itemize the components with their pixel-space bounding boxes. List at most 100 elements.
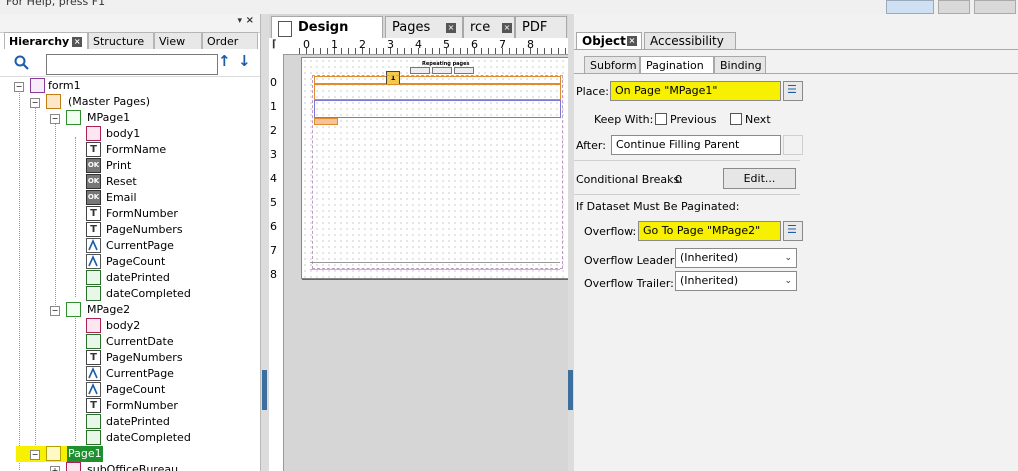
collapse-icon[interactable]: − xyxy=(14,82,24,92)
button-icon: OK xyxy=(86,158,101,173)
panel-splitter-left[interactable] xyxy=(261,14,269,471)
minimize-button[interactable] xyxy=(886,0,934,14)
close-icon[interactable]: × xyxy=(446,23,456,33)
subform-icon xyxy=(66,462,81,471)
tree-label: Print xyxy=(106,159,132,172)
arrow-up-icon[interactable]: ↑ xyxy=(218,52,231,70)
overflow-label: Overflow: xyxy=(584,225,637,238)
form-icon xyxy=(30,78,45,93)
tree-label: subOfficeBureau xyxy=(87,463,179,471)
overflow-leader-value: (Inherited) xyxy=(680,251,739,264)
overflow-trailer-select[interactable]: (Inherited) ⌄ xyxy=(675,271,797,291)
edit-button-label: Edit... xyxy=(743,172,776,185)
date-field-icon xyxy=(86,270,101,285)
close-icon[interactable]: × xyxy=(502,23,512,33)
tab-structure-label: Structure xyxy=(93,35,145,48)
overflow-options-button[interactable]: ☰ xyxy=(783,221,803,241)
tab-pdf[interactable]: PDF xyxy=(515,16,567,38)
tab-design-view[interactable]: Design View xyxy=(271,16,383,57)
search-row: ↑ ↓ xyxy=(0,50,260,77)
ruler-tick-label: 6 xyxy=(270,220,277,233)
collapse-icon[interactable]: − xyxy=(30,98,40,108)
conditional-breaks-label: Conditional Breaks: xyxy=(576,173,683,186)
tab-structure[interactable]: Structure xyxy=(88,32,154,49)
form-button[interactable] xyxy=(432,67,452,74)
tree-label: PageCount xyxy=(106,383,166,396)
subform-body-icon xyxy=(86,126,101,141)
object-panel: Object × Accessibility Subform Paginatio… xyxy=(574,14,1018,471)
text-field-icon: T xyxy=(86,206,101,221)
ruler-tick-label: 3 xyxy=(270,148,277,161)
overflow-trailer-value: (Inherited) xyxy=(680,274,739,287)
subtab-subform[interactable]: Subform xyxy=(584,56,640,73)
overflow-leader-label: Overflow Leader: xyxy=(584,254,678,267)
edit-button[interactable]: Edit... xyxy=(723,168,796,189)
master-page-icon xyxy=(66,110,81,125)
after-field[interactable]: Continue Filling Parent xyxy=(611,135,781,155)
after-options-button[interactable] xyxy=(783,135,803,155)
tree-label: Reset xyxy=(106,175,137,188)
tree-label: dateCompleted xyxy=(106,287,191,300)
numeric-field-icon xyxy=(86,254,101,269)
close-icon[interactable]: × xyxy=(627,36,637,46)
next-checkbox[interactable] xyxy=(730,113,742,125)
panel-close-icon[interactable]: × xyxy=(246,15,254,26)
overflow-field[interactable]: Go To Page "MPage2" xyxy=(638,221,781,241)
text-field-icon: T xyxy=(86,142,101,157)
tree-label: FormNumber xyxy=(106,399,178,412)
tree-label: CurrentDate xyxy=(106,335,174,348)
subtab-pagination[interactable]: Pagination xyxy=(640,56,714,73)
design-page[interactable]: Repeating pages 1 xyxy=(301,57,569,279)
collapse-icon[interactable]: − xyxy=(50,114,60,124)
close-icon[interactable]: × xyxy=(72,37,83,47)
tree-label: FormNumber xyxy=(106,207,178,220)
tab-object[interactable]: Object × xyxy=(576,32,642,49)
tab-view-label: View xyxy=(159,35,186,48)
text-field-icon: T xyxy=(86,222,101,237)
tab-hierarchy-label: Hierarchy xyxy=(9,35,70,48)
form-button[interactable] xyxy=(410,67,430,74)
tab-source[interactable]: rce × xyxy=(463,16,515,38)
tree-label: PageCount xyxy=(106,255,166,268)
button-icon: OK xyxy=(86,174,101,189)
search-icon[interactable] xyxy=(14,55,30,71)
tab-hierarchy[interactable]: Hierarchy × xyxy=(4,32,88,49)
splitter-grip[interactable] xyxy=(262,370,267,410)
tree-label: MPage2 xyxy=(87,303,131,316)
numeric-field-icon xyxy=(86,382,101,397)
window-controls xyxy=(878,0,1018,14)
after-value: Continue Filling Parent xyxy=(616,138,740,151)
tab-pages[interactable]: Pages × xyxy=(385,16,463,38)
expand-icon[interactable]: + xyxy=(50,466,60,471)
chevron-down-icon: ⌄ xyxy=(784,276,792,286)
tab-label: Accessibility xyxy=(650,34,724,48)
tab-accessibility[interactable]: Accessibility xyxy=(644,32,736,49)
previous-checkbox[interactable] xyxy=(655,113,667,125)
collapse-icon[interactable]: − xyxy=(30,450,40,460)
panel-menu-icon[interactable]: ▾ xyxy=(237,16,242,26)
page-icon xyxy=(278,21,292,37)
place-field[interactable]: On Page "MPage1" xyxy=(610,81,781,101)
tree-label: body1 xyxy=(106,127,141,140)
overflow-leader-select[interactable]: (Inherited) ⌄ xyxy=(675,248,797,268)
close-window-button[interactable] xyxy=(974,0,1016,14)
form-button[interactable] xyxy=(454,67,474,74)
arrow-down-icon[interactable]: ↓ xyxy=(238,52,251,70)
place-options-button[interactable]: ☰ xyxy=(783,81,803,101)
search-input[interactable] xyxy=(46,54,218,75)
restore-button[interactable] xyxy=(938,0,970,14)
splitter-grip[interactable] xyxy=(568,370,573,410)
button-icon: OK xyxy=(86,190,101,205)
numeric-field-icon xyxy=(86,366,101,381)
ruler-origin-marker: ⌈ xyxy=(272,39,277,50)
tab-view[interactable]: View xyxy=(154,32,202,49)
subform-body-icon xyxy=(86,318,101,333)
keep-with-label: Keep With: xyxy=(594,113,654,126)
text-field-icon: T xyxy=(86,398,101,413)
collapse-icon[interactable]: − xyxy=(50,306,60,316)
tree-label: CurrentPage xyxy=(106,239,174,252)
subtab-label: Pagination xyxy=(646,59,704,72)
tab-order[interactable]: Order xyxy=(202,32,258,49)
footer-rule xyxy=(310,262,560,263)
subtab-binding[interactable]: Binding xyxy=(714,56,766,73)
